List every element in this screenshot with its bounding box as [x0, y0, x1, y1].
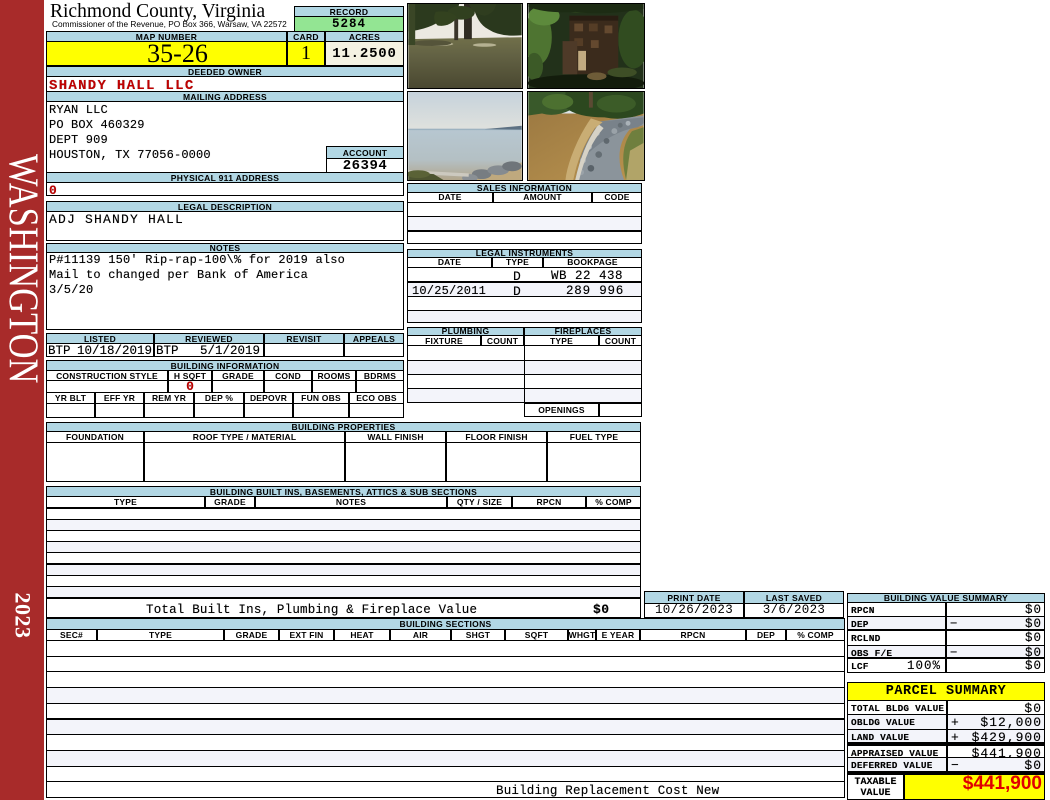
svg-text:WASHINGTON: WASHINGTON: [0, 154, 44, 383]
svg-text:2023: 2023: [11, 593, 36, 639]
